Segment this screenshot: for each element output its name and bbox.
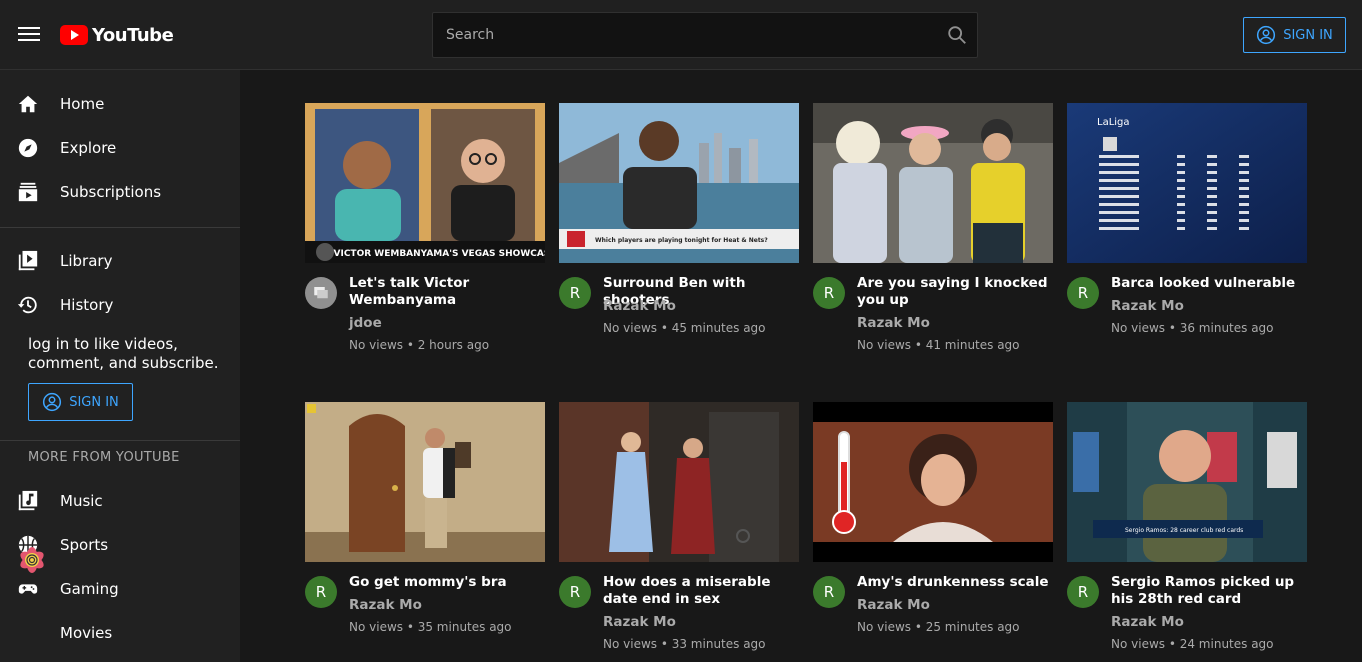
sidebar-item-label: Subscriptions (60, 183, 162, 201)
sidebar-item-subscriptions[interactable]: Subscriptions (0, 172, 240, 212)
account-icon (1257, 25, 1276, 45)
menu-icon[interactable] (18, 24, 42, 46)
sidebar-sign-in-button[interactable]: SIGN IN (28, 383, 133, 421)
video-thumbnail[interactable] (813, 402, 1053, 562)
channel-name[interactable]: Razak Mo (1111, 614, 1184, 630)
play-logo-icon (60, 25, 88, 45)
channel-avatar[interactable]: R (559, 576, 591, 608)
sign-in-button[interactable]: SIGN IN (1243, 17, 1346, 53)
channel-name[interactable]: Razak Mo (1111, 298, 1184, 314)
thumbnail-caption: VICTOR WEMBANYAMA'S VEGAS SHOWCASE (334, 249, 545, 259)
channel-avatar[interactable]: R (813, 576, 845, 608)
video-meta: No views • 25 minutes ago (857, 620, 1020, 634)
channel-name[interactable]: Razak Mo (349, 597, 422, 613)
channel-avatar[interactable]: R (1067, 277, 1099, 309)
sidebar-item-label: Music (60, 492, 103, 510)
sidebar-item-label: Explore (60, 139, 117, 157)
sidebar-item-label: Home (60, 95, 105, 113)
sidebar-item-history[interactable]: History (0, 285, 240, 325)
channel-name[interactable]: Razak Mo (603, 614, 676, 630)
channel-avatar[interactable]: R (1067, 576, 1099, 608)
video-meta: No views • 2 hours ago (349, 338, 490, 352)
video-thumbnail[interactable]: Which players are playing tonight for He… (559, 103, 799, 263)
sign-in-label: SIGN IN (69, 394, 119, 410)
login-prompt: log in to like videos, comment, and subs… (28, 335, 219, 372)
video-meta: No views • 45 minutes ago (603, 321, 766, 335)
library-icon (18, 250, 38, 271)
channel-avatar[interactable]: R (813, 277, 845, 309)
subscriptions-icon (18, 182, 38, 202)
top-bar: YouTube SIGN IN (0, 0, 1362, 70)
flower-badge-icon[interactable] (12, 540, 52, 580)
video-meta: No views • 33 minutes ago (603, 637, 766, 651)
video-title[interactable]: Amy's drunkenness scale (857, 574, 1053, 591)
video-thumbnail[interactable] (305, 402, 545, 562)
sidebar-item-label: Movies (60, 624, 113, 642)
account-icon (43, 392, 62, 412)
channel-name[interactable]: Razak Mo (857, 315, 930, 331)
search-input[interactable] (433, 13, 933, 57)
sign-in-label: SIGN IN (1283, 27, 1333, 43)
more-from-youtube-heading: MORE FROM YOUTUBE (28, 450, 180, 465)
video-thumbnail[interactable]: Sergio Ramos: 28 career club red cards (1067, 402, 1307, 562)
placeholder-avatar-icon (314, 287, 328, 299)
channel-avatar[interactable]: R (305, 576, 337, 608)
video-thumbnail[interactable]: LaLiga (1067, 103, 1307, 263)
sidebar-divider (0, 440, 240, 441)
video-meta: No views • 41 minutes ago (857, 338, 1020, 352)
video-title[interactable]: Are you saying I knocked you up (857, 275, 1053, 309)
sidebar-item-home[interactable]: Home (0, 84, 240, 124)
thumbnail-caption: LaLiga (1097, 117, 1130, 128)
video-thumbnail[interactable]: VICTOR WEMBANYAMA'S VEGAS SHOWCASE (305, 103, 545, 263)
sidebar-item-label: Sports (60, 536, 109, 554)
search-icon[interactable] (946, 24, 968, 46)
channel-name[interactable]: Razak Mo (857, 597, 930, 613)
sidebar-item-movies[interactable]: Movies (0, 613, 240, 653)
video-title[interactable]: Let's talk Victor Wembanyama (349, 275, 545, 309)
search-box (432, 12, 978, 58)
video-title[interactable]: How does a miserable date end in sex (603, 574, 799, 608)
sidebar-item-label: Gaming (60, 580, 119, 598)
video-meta: No views • 35 minutes ago (349, 620, 512, 634)
thumbnail-caption: Which players are playing tonight for He… (595, 237, 768, 244)
video-title[interactable]: Barca looked vulnerable (1111, 275, 1307, 292)
home-icon (18, 95, 38, 113)
music-icon (18, 490, 38, 511)
video-title[interactable]: Go get mommy's bra (349, 574, 545, 591)
video-title[interactable]: Sergio Ramos picked up his 28th red card (1111, 574, 1307, 608)
history-icon (17, 296, 37, 314)
video-thumbnail[interactable] (559, 402, 799, 562)
sidebar-divider (0, 227, 240, 228)
video-meta: No views • 36 minutes ago (1111, 321, 1274, 335)
sidebar-item-label: History (60, 296, 114, 314)
channel-avatar[interactable]: R (559, 277, 591, 309)
youtube-logo[interactable]: YouTube (60, 22, 174, 48)
channel-avatar[interactable] (305, 277, 337, 309)
channel-name[interactable]: Razak Mo (603, 298, 676, 314)
thumbnail-caption: Sergio Ramos: 28 career club red cards (1125, 527, 1243, 534)
gaming-icon (18, 584, 38, 594)
channel-name[interactable]: jdoe (349, 315, 382, 331)
sidebar-item-explore[interactable]: Explore (0, 128, 240, 168)
video-thumbnail[interactable] (813, 103, 1053, 263)
sidebar-item-label: Library (60, 252, 113, 270)
sidebar-item-library[interactable]: Library (0, 241, 240, 281)
logo-text: YouTube (92, 24, 174, 46)
compass-icon (18, 138, 38, 158)
sidebar-item-music[interactable]: Music (0, 481, 240, 521)
video-meta: No views • 24 minutes ago (1111, 637, 1274, 651)
